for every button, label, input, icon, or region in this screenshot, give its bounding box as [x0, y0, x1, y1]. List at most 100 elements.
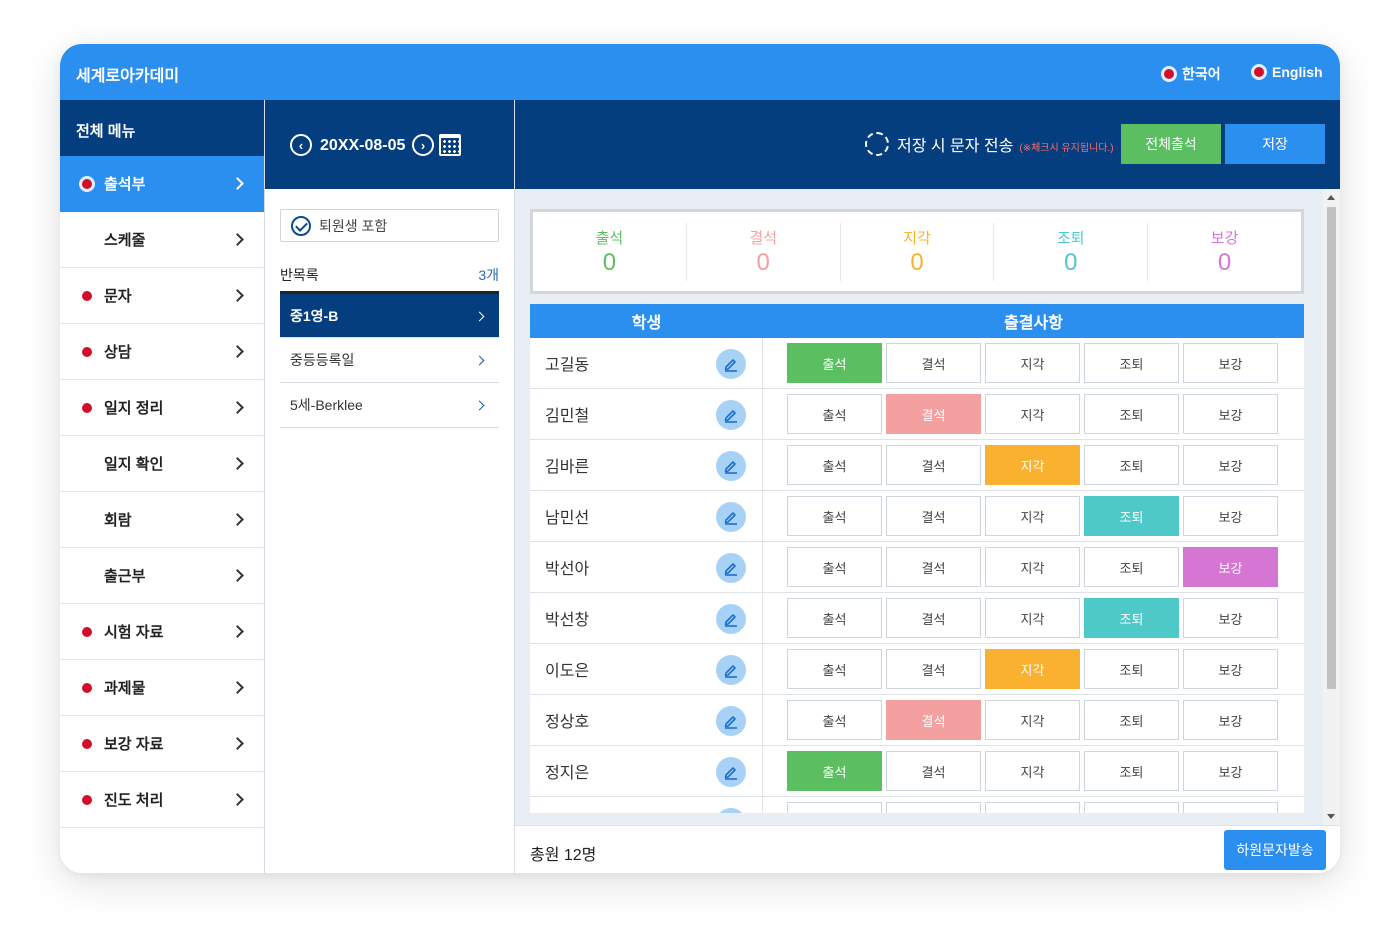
attendance-option-button[interactable]: 지각 [985, 700, 1080, 740]
attendance-option-button[interactable]: 출석 [787, 547, 882, 587]
edit-pencil-icon[interactable] [716, 757, 746, 787]
student-name: 박선아 [545, 561, 590, 578]
attendance-option-button[interactable]: 보강 [1183, 598, 1278, 638]
class-list-item[interactable]: 5세-Berklee [280, 383, 499, 428]
attendance-option-button[interactable]: 결석 [886, 496, 981, 536]
table-row: 정지은 출석 결석 지각 조퇴 보강 [530, 746, 1304, 797]
attendance-option-button[interactable]: 조퇴 [1084, 649, 1179, 689]
attendance-option-button[interactable]: 보강 [1183, 649, 1278, 689]
scrollbar-thumb[interactable] [1327, 207, 1336, 689]
prev-date-button[interactable]: ‹ [290, 134, 312, 156]
attendance-option-button[interactable]: 조퇴 [1084, 700, 1179, 740]
all-present-button[interactable]: 전체출석 [1121, 124, 1221, 164]
scroll-up-icon[interactable] [1327, 195, 1335, 200]
language-korean[interactable]: 한국어 [1164, 64, 1221, 84]
attendance-option-button[interactable]: 보강 [1183, 343, 1278, 383]
include-withdrawn-toggle[interactable]: 퇴원생 포함 [280, 209, 499, 242]
attendance-option-button[interactable]: 조퇴 [1084, 445, 1179, 485]
attendance-option-button[interactable]: 조퇴 [1084, 343, 1179, 383]
attendance-option-button[interactable]: 보강 [1183, 445, 1278, 485]
attendance-option-button[interactable]: 출석 [787, 394, 882, 434]
scroll-down-icon[interactable] [1327, 814, 1335, 819]
edit-pencil-icon[interactable] [716, 655, 746, 685]
sidebar-item[interactable]: 일지 정리 [60, 380, 264, 436]
sidebar-item[interactable]: 문자 [60, 268, 264, 324]
attendance-option-button[interactable]: 지각 [985, 496, 1080, 536]
attendance-option-button[interactable]: 출석 [787, 598, 882, 638]
attendance-option-button[interactable]: 출석 [787, 343, 882, 383]
scrollbar[interactable] [1323, 189, 1340, 825]
attendance-option-button[interactable]: 출석 [787, 700, 882, 740]
next-date-button[interactable]: › [412, 134, 434, 156]
sidebar-item[interactable]: 일지 확인 [60, 436, 264, 492]
footer-bar: 총원 12명 하원문자발송 [515, 825, 1340, 873]
edit-pencil-icon[interactable] [716, 553, 746, 583]
attendance-option-button[interactable]: 조퇴 [1084, 394, 1179, 434]
indicator-dot-icon [82, 627, 92, 637]
attendance-option-button[interactable]: 결석 [886, 547, 981, 587]
sidebar-item[interactable]: 회람 [60, 492, 264, 548]
attendance-main: 저장 시 문자 전송 (※체크시 유지됩니다.) 전체출석 저장 출석 0 결석 0 지… [515, 100, 1340, 873]
edit-pencil-icon[interactable] [716, 808, 746, 813]
chevron-right-icon [231, 345, 244, 358]
attendance-option-button[interactable]: 지각 [985, 394, 1080, 434]
attendance-option-button[interactable]: 조퇴 [1084, 598, 1179, 638]
calendar-icon[interactable] [439, 134, 461, 156]
table-row: 출석 결석 지각 조퇴 보강 [530, 797, 1304, 813]
sidebar-item[interactable]: 시험 자료 [60, 604, 264, 660]
indicator-dot-icon [82, 403, 92, 413]
attendance-option-button[interactable]: 조퇴 [1084, 496, 1179, 536]
edit-pencil-icon[interactable] [716, 349, 746, 379]
attendance-option-button[interactable]: 지각 [985, 343, 1080, 383]
save-button[interactable]: 저장 [1225, 124, 1325, 164]
attendance-option-button[interactable]: 결석 [886, 445, 981, 485]
sms-on-save-toggle[interactable]: 저장 시 문자 전송 (※체크시 유지됩니다.) [865, 132, 1114, 156]
attendance-option-button[interactable]: 결석 [886, 649, 981, 689]
attendance-option-button[interactable]: 결석 [886, 802, 981, 813]
attendance-option-button[interactable]: 출석 [787, 802, 882, 813]
attendance-option-button[interactable]: 보강 [1183, 802, 1278, 813]
table-row: 김민철 출석 결석 지각 조퇴 보강 [530, 389, 1304, 440]
sidebar-item[interactable]: 출석부 [60, 156, 264, 212]
attendance-option-button[interactable]: 보강 [1183, 700, 1278, 740]
attendance-option-button[interactable]: 조퇴 [1084, 802, 1179, 813]
attendance-option-button[interactable]: 지각 [985, 802, 1080, 813]
sidebar-item[interactable]: 보강 자료 [60, 716, 264, 772]
attendance-option-button[interactable]: 보강 [1183, 394, 1278, 434]
sidebar-item[interactable]: 진도 처리 [60, 772, 264, 828]
attendance-option-button[interactable]: 지각 [985, 751, 1080, 791]
send-dismissal-sms-button[interactable]: 하원문자발송 [1224, 830, 1326, 870]
attendance-option-button[interactable]: 결석 [886, 700, 981, 740]
attendance-option-button[interactable]: 조퇴 [1084, 751, 1179, 791]
attendance-option-button[interactable]: 출석 [787, 649, 882, 689]
attendance-option-button[interactable]: 보강 [1183, 547, 1278, 587]
edit-pencil-icon[interactable] [716, 451, 746, 481]
attendance-option-button[interactable]: 결석 [886, 343, 981, 383]
attendance-option-button[interactable]: 결석 [886, 394, 981, 434]
attendance-option-button[interactable]: 보강 [1183, 496, 1278, 536]
class-list-item[interactable]: 중등등록일 [280, 338, 499, 383]
attendance-option-button[interactable]: 지각 [985, 649, 1080, 689]
attendance-option-button[interactable]: 지각 [985, 445, 1080, 485]
edit-pencil-icon[interactable] [716, 502, 746, 532]
student-name: 김민철 [545, 408, 590, 425]
attendance-option-button[interactable]: 결석 [886, 751, 981, 791]
attendance-option-button[interactable]: 지각 [985, 547, 1080, 587]
attendance-option-button[interactable]: 지각 [985, 598, 1080, 638]
attendance-option-button[interactable]: 조퇴 [1084, 547, 1179, 587]
sidebar-item[interactable]: 스케줄 [60, 212, 264, 268]
attendance-option-button[interactable]: 출석 [787, 445, 882, 485]
language-english[interactable]: English [1254, 64, 1323, 80]
attendance-option-button[interactable]: 결석 [886, 598, 981, 638]
edit-pencil-icon[interactable] [716, 400, 746, 430]
attendance-option-button[interactable]: 출석 [787, 496, 882, 536]
edit-pencil-icon[interactable] [716, 604, 746, 634]
class-list-item[interactable]: 중1영-B [280, 294, 499, 338]
edit-pencil-icon[interactable] [716, 706, 746, 736]
sidebar-item[interactable]: 출근부 [60, 548, 264, 604]
sidebar-item-label: 회람 [104, 512, 132, 529]
sidebar-item[interactable]: 상담 [60, 324, 264, 380]
attendance-option-button[interactable]: 출석 [787, 751, 882, 791]
sidebar-item[interactable]: 과제물 [60, 660, 264, 716]
attendance-option-button[interactable]: 보강 [1183, 751, 1278, 791]
